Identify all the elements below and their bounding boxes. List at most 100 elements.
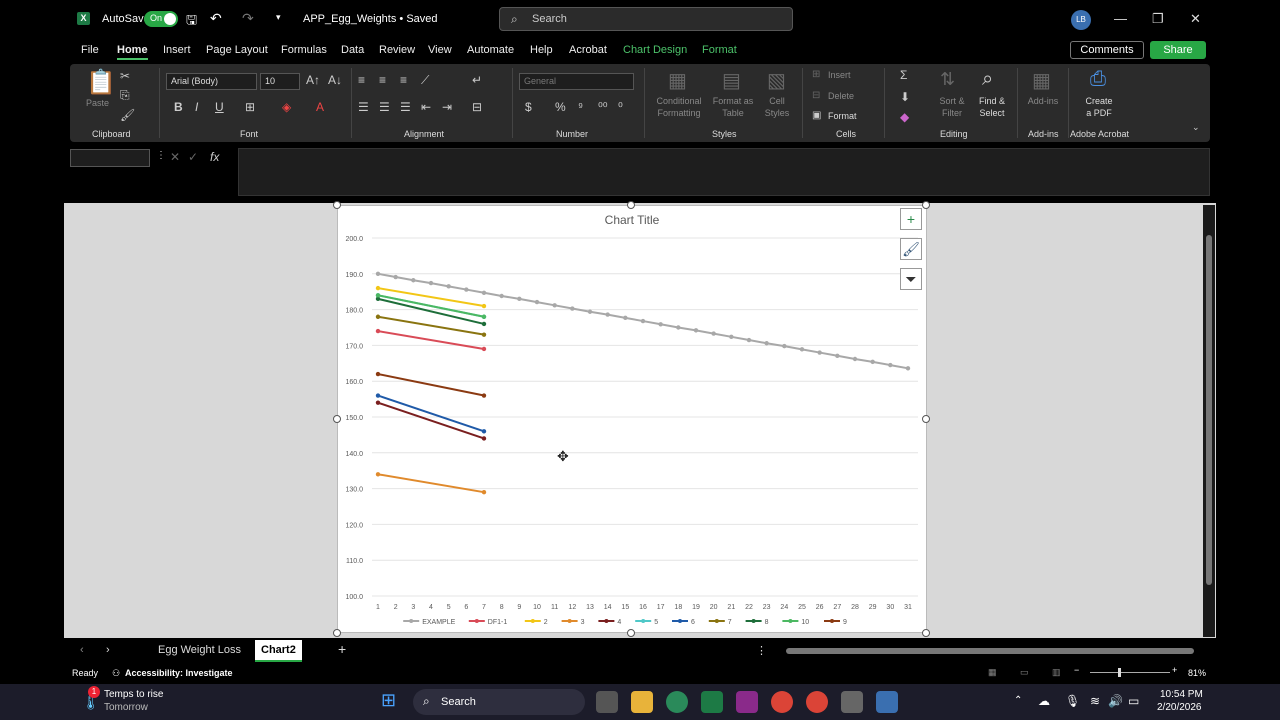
resize-handle[interactable] xyxy=(627,629,635,637)
menu-view[interactable]: View xyxy=(428,44,452,56)
percent-icon[interactable]: % xyxy=(555,100,566,114)
orientation-icon[interactable]: ⟋ xyxy=(421,73,429,88)
resize-handle[interactable] xyxy=(333,201,341,209)
accessibility-status[interactable]: Accessibility: Investigate xyxy=(125,668,233,678)
tray-chevron-icon[interactable]: ⌃ xyxy=(1014,695,1022,706)
format-painter-icon[interactable]: 🖌 xyxy=(120,108,135,122)
menu-acrobat[interactable]: Acrobat xyxy=(569,44,607,56)
close-icon[interactable]: ✕ xyxy=(1190,11,1201,27)
search-box[interactable]: ⌕ Search xyxy=(499,7,793,31)
chart-area[interactable]: Chart Title 100.0 110.0 120.0 130.0 140.0 150.… xyxy=(337,205,927,633)
vertical-scrollbar[interactable] xyxy=(1203,205,1215,637)
currency-icon[interactable]: $ xyxy=(525,100,532,114)
settings-icon[interactable] xyxy=(841,691,863,713)
volume-icon[interactable]: 🔊 xyxy=(1108,694,1123,708)
browser-icon[interactable] xyxy=(666,691,688,713)
onenote-icon[interactable] xyxy=(736,691,758,713)
align-bottom-icon[interactable]: ≡ xyxy=(400,73,407,87)
decrease-indent-icon[interactable]: ⇤ xyxy=(421,100,431,114)
increase-decimal-icon[interactable]: ⁰⁰ xyxy=(598,100,608,114)
bold-icon[interactable]: B xyxy=(174,100,183,114)
menu-format[interactable]: Format xyxy=(702,44,737,56)
resize-handle[interactable] xyxy=(627,201,635,209)
page-break-icon[interactable]: ▥ xyxy=(1052,667,1061,678)
zoom-slider-thumb[interactable] xyxy=(1118,668,1121,677)
share-button[interactable]: Share xyxy=(1150,41,1206,59)
insert-function-icon[interactable]: fx xyxy=(210,150,219,164)
chart-styles-icon[interactable]: 🖌 xyxy=(900,238,922,260)
format-as-table-icon[interactable]: ▤ xyxy=(722,68,741,93)
increase-font-icon[interactable]: A↑ xyxy=(306,73,320,87)
enter-formula-icon[interactable]: ✓ xyxy=(188,150,198,164)
menu-file[interactable]: File xyxy=(81,44,99,56)
find-select-icon[interactable]: ⌕ xyxy=(982,68,993,91)
zoom-in-icon[interactable]: + xyxy=(1172,665,1177,675)
excel-taskbar-icon[interactable] xyxy=(701,691,723,713)
redo-icon[interactable]: ↷ xyxy=(242,10,254,27)
align-middle-icon[interactable]: ≡ xyxy=(379,73,386,87)
insert-cells-label[interactable]: Insert xyxy=(828,70,851,80)
cell-styles-icon[interactable]: ▧ xyxy=(767,68,786,93)
resize-handle[interactable] xyxy=(333,415,341,423)
resize-handle[interactable] xyxy=(922,201,930,209)
next-sheet-icon[interactable]: › xyxy=(106,644,110,656)
menu-home[interactable]: Home xyxy=(117,44,148,60)
wifi-icon[interactable]: ≋ xyxy=(1090,694,1100,708)
page-layout-icon[interactable]: ▭ xyxy=(1020,667,1029,678)
delete-cells-icon[interactable]: ⊟ xyxy=(812,90,820,101)
taskbar-search[interactable]: ⌕ Search xyxy=(413,689,585,715)
clear-icon[interactable]: ◆ xyxy=(900,110,909,124)
sort-filter-icon[interactable]: ⇅ xyxy=(940,69,955,90)
normal-view-icon[interactable]: ▦ xyxy=(988,667,997,678)
align-left-icon[interactable]: ☰ xyxy=(358,100,369,114)
borders-icon[interactable]: ⊞ xyxy=(245,100,255,114)
font-color-icon[interactable]: A xyxy=(316,100,324,114)
user-avatar[interactable]: LB xyxy=(1071,10,1091,30)
sheet-tab-active[interactable]: Chart2 xyxy=(255,640,302,662)
restore-icon[interactable]: ❐ xyxy=(1152,11,1164,27)
create-pdf-icon[interactable]: ⎙ xyxy=(1090,68,1106,91)
zoom-out-icon[interactable]: − xyxy=(1074,665,1079,675)
font-size-select[interactable]: 10 xyxy=(260,73,300,90)
menu-data[interactable]: Data xyxy=(341,44,364,56)
clock-time[interactable]: 10:54 PM xyxy=(1160,689,1203,700)
customize-toolbar-icon[interactable]: ▾ xyxy=(276,12,281,23)
battery-icon[interactable]: ▭ xyxy=(1128,694,1139,708)
copy-icon[interactable]: ⎘ xyxy=(120,88,130,103)
wrap-text-icon[interactable]: ↵ xyxy=(472,73,482,87)
onedrive-icon[interactable]: ☁ xyxy=(1038,694,1050,708)
resize-handle[interactable] xyxy=(922,415,930,423)
document-title[interactable]: APP_Egg_Weights • Saved xyxy=(303,13,438,25)
decrease-decimal-icon[interactable]: ⁰ xyxy=(618,100,623,114)
horizontal-scrollbar[interactable] xyxy=(786,648,1194,654)
windows-start-icon[interactable]: ⊞ xyxy=(381,690,396,711)
underline-icon[interactable]: U xyxy=(215,100,224,114)
fill-icon[interactable]: ⬇ xyxy=(900,90,910,104)
menu-insert[interactable]: Insert xyxy=(163,44,191,56)
chrome-profile-icon[interactable] xyxy=(806,691,828,713)
align-top-icon[interactable]: ≡ xyxy=(358,73,365,87)
menu-review[interactable]: Review xyxy=(379,44,415,56)
line-chart[interactable]: Chart Title 100.0 110.0 120.0 130.0 140.0 150.… xyxy=(338,206,926,632)
merge-center-icon[interactable]: ⊟ xyxy=(472,100,482,114)
accessibility-icon[interactable]: ⚇ xyxy=(112,668,120,679)
chart-elements-icon[interactable]: + xyxy=(900,208,922,230)
file-explorer-icon[interactable] xyxy=(631,691,653,713)
more-options-icon[interactable]: ⋮ xyxy=(156,150,166,161)
menu-help[interactable]: Help xyxy=(530,44,553,56)
collapse-ribbon-icon[interactable]: ⌄ xyxy=(1192,122,1200,133)
decrease-font-icon[interactable]: A↓ xyxy=(328,73,342,87)
cancel-formula-icon[interactable]: ✕ xyxy=(170,150,180,164)
remote-desktop-icon[interactable] xyxy=(876,691,898,713)
undo-icon[interactable]: ↶ xyxy=(210,10,222,27)
formula-input[interactable] xyxy=(238,148,1210,196)
save-icon[interactable]: 🖫 xyxy=(186,11,197,33)
scroll-thumb[interactable] xyxy=(1206,235,1212,585)
resize-handle[interactable] xyxy=(922,629,930,637)
align-right-icon[interactable]: ☰ xyxy=(400,100,411,114)
zoom-level[interactable]: 81% xyxy=(1188,668,1206,678)
italic-icon[interactable]: I xyxy=(195,100,198,114)
delete-cells-label[interactable]: Delete xyxy=(828,91,854,101)
chrome-icon[interactable] xyxy=(771,691,793,713)
sheet-tab[interactable]: Egg Weight Loss xyxy=(158,644,241,656)
